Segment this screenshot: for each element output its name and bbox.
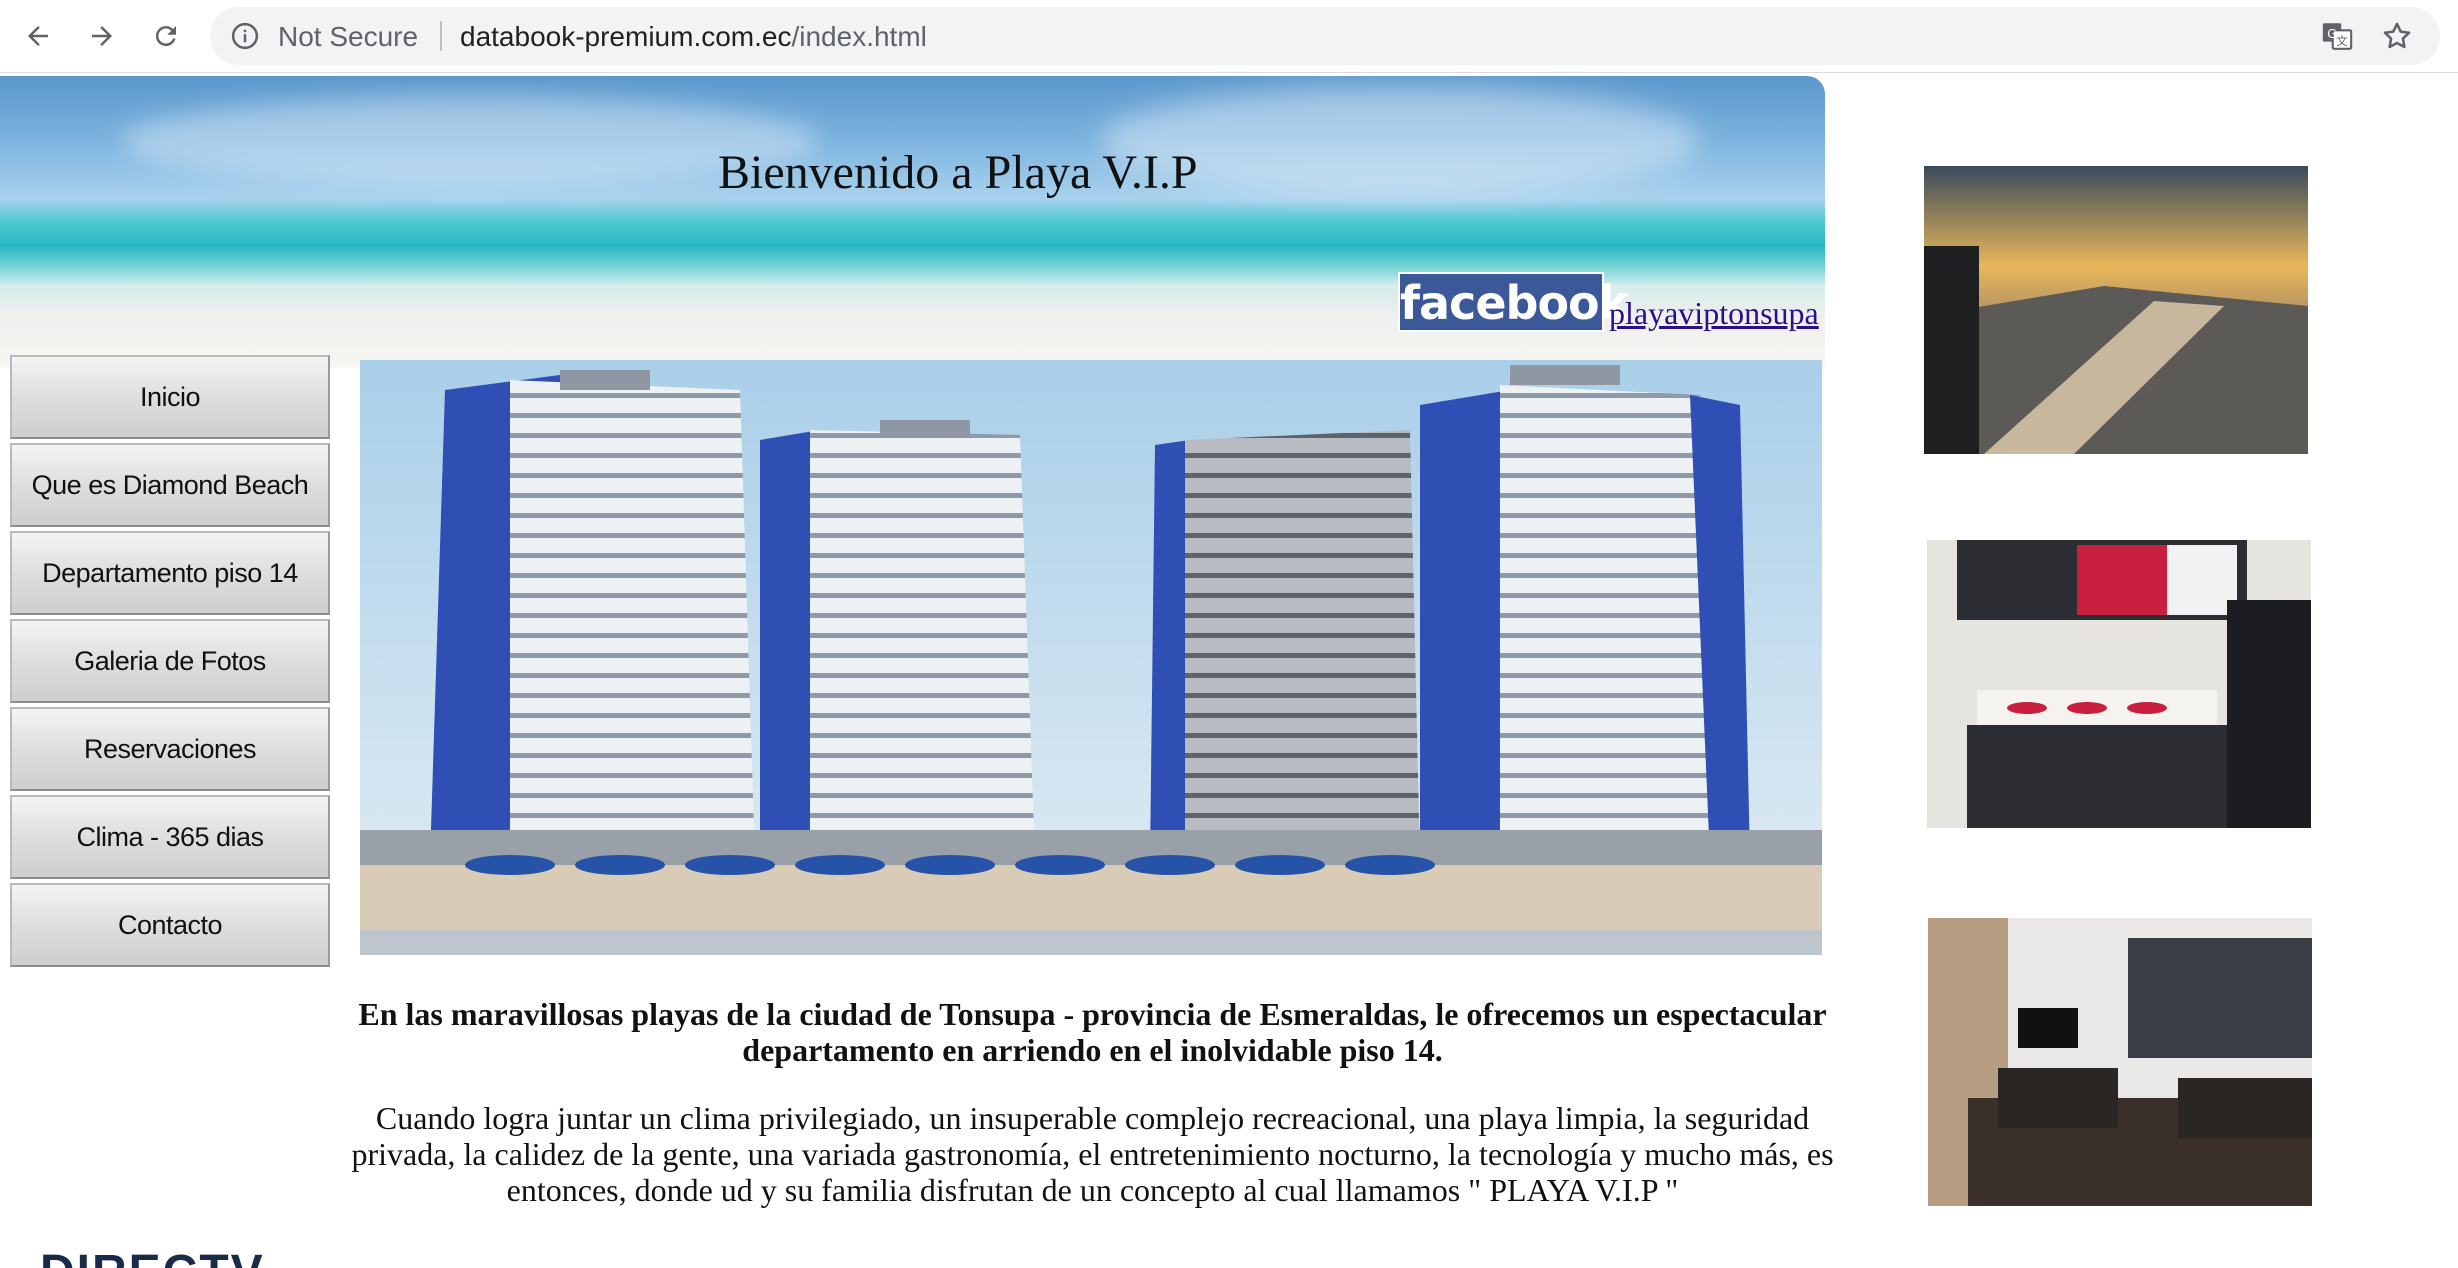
security-label: Not Secure [278, 21, 419, 52]
menu-item-galeria[interactable]: Galeria de Fotos [10, 619, 330, 703]
menu-item-inicio[interactable]: Inicio [10, 355, 330, 439]
svg-text:文: 文 [2336, 34, 2347, 48]
intro-paragraph: En las maravillosas playas de la ciudad … [358, 996, 1827, 1068]
description-paragraph: Cuando logra juntar un clima privilegiad… [351, 1100, 1834, 1208]
menu-item-reservaciones[interactable]: Reservaciones [10, 707, 330, 791]
forward-button[interactable] [82, 16, 122, 56]
menu-item-clima[interactable]: Clima - 365 dias [10, 795, 330, 879]
back-button[interactable] [18, 16, 58, 56]
living-room-photo [1928, 918, 2312, 1206]
towers-photo [360, 360, 1822, 955]
facebook-page-link[interactable]: playaviptonsupa [1609, 295, 1819, 332]
facebook-logo[interactable]: facebook [1398, 272, 1629, 332]
page-title: Bienvenido a Playa V.I.P [718, 146, 1198, 199]
menu-item-contacto[interactable]: Contacto [10, 883, 330, 967]
url-path: /index.html [791, 21, 927, 52]
kitchen-photo [1927, 540, 2311, 828]
info-icon[interactable] [230, 21, 260, 51]
menu-item-diamond-beach[interactable]: Que es Diamond Beach [10, 443, 330, 527]
browser-toolbar: Not Secure databook-premium.com.ec/index… [0, 0, 2458, 73]
directv-logo[interactable]: DIRECTV [40, 1245, 265, 1268]
arrow-right-icon [92, 26, 112, 46]
address-separator [440, 21, 442, 51]
reload-icon [155, 26, 176, 47]
side-menu: Inicio Que es Diamond Beach Departamento… [10, 355, 330, 971]
url-host: databook-premium.com.ec [460, 21, 792, 52]
bookmark-star-icon[interactable] [2380, 19, 2414, 53]
translate-icon[interactable]: G 文 [2320, 19, 2354, 53]
sunset-beach-photo [1924, 166, 2308, 454]
banner-cloud [120, 96, 820, 186]
reload-button[interactable] [146, 16, 186, 56]
menu-item-departamento[interactable]: Departamento piso 14 [10, 531, 330, 615]
arrow-left-icon [28, 26, 48, 46]
address-bar[interactable]: Not Secure databook-premium.com.ec/index… [210, 7, 2440, 65]
url-text[interactable]: databook-premium.com.ec/index.html [460, 21, 927, 53]
